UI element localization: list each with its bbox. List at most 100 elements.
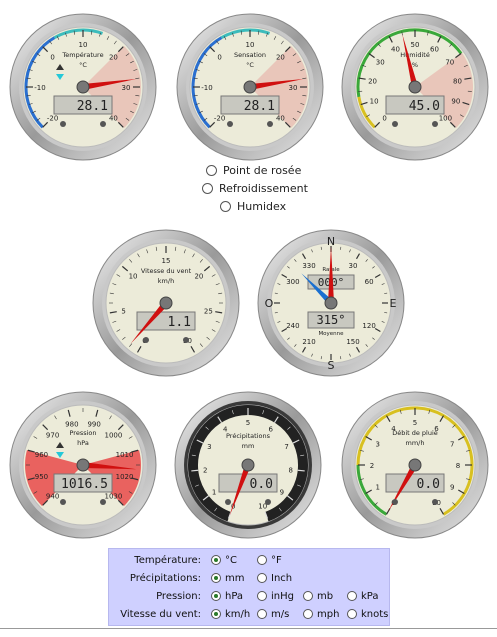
- radio-humidex[interactable]: Humidex: [220, 200, 286, 213]
- precipitation-gauge: 012345678910Précipitationsmm0.0: [173, 390, 323, 540]
- gauge-unit: mm/h: [406, 439, 425, 447]
- screw-icon: [227, 121, 233, 127]
- tick-label: 960: [35, 451, 48, 459]
- radio-circle[interactable]: [206, 165, 217, 176]
- needle-hub: [409, 459, 421, 471]
- tick-label: 120: [362, 322, 375, 330]
- radio-label: Humidex: [237, 200, 286, 213]
- screw-icon: [100, 499, 106, 505]
- unit-option-celsius[interactable]: °C: [211, 555, 253, 566]
- cardinal-label: E: [390, 297, 397, 310]
- cardinal-label: O: [265, 297, 274, 310]
- needle-hub: [77, 459, 89, 471]
- unit-option-label: mb: [317, 591, 333, 602]
- unit-option-mm[interactable]: mm: [211, 573, 253, 584]
- tick-label: 20: [194, 272, 203, 280]
- radio-label: Point de rosée: [223, 164, 301, 177]
- unit-option-mb[interactable]: mb: [303, 591, 343, 602]
- unit-option-knots[interactable]: knots: [347, 609, 388, 620]
- tick-label: 990: [87, 420, 100, 428]
- unit-option-ms[interactable]: m/s: [257, 609, 299, 620]
- radio-circle[interactable]: [257, 609, 267, 619]
- tick-label: 10: [246, 41, 255, 49]
- tick-label: 100: [439, 114, 452, 122]
- radio-dew-point[interactable]: Point de rosée: [206, 164, 301, 177]
- rain-rate-gauge: 012345678910Débit de pluiemm/h0.0: [340, 390, 490, 540]
- gauge-unit: %: [412, 61, 418, 69]
- tick-label: 50: [411, 41, 420, 49]
- tick-label: 1: [212, 488, 216, 496]
- tick-label: 30: [376, 59, 385, 67]
- radio-circle[interactable]: [211, 573, 221, 583]
- radio-circle[interactable]: [347, 591, 357, 601]
- tick-label: 980: [65, 420, 78, 428]
- needle-hub: [160, 297, 172, 309]
- radio-circle[interactable]: [211, 555, 221, 565]
- tick-label: 150: [346, 338, 359, 346]
- screw-icon: [265, 499, 271, 505]
- tick-label: 0: [50, 54, 54, 62]
- tick-label: 60: [430, 46, 439, 54]
- unit-option-inch[interactable]: Inch: [257, 573, 292, 584]
- radio-circle[interactable]: [257, 555, 267, 565]
- screw-icon: [143, 337, 149, 343]
- units-row-pressure: Pression: hPa inHg mb kPa: [109, 587, 389, 605]
- radio-circle[interactable]: [257, 573, 267, 583]
- unit-option-label: hPa: [225, 591, 243, 602]
- tick-label: 7: [284, 443, 288, 451]
- radio-circle[interactable]: [211, 591, 221, 601]
- radio-circle[interactable]: [303, 609, 313, 619]
- tick-label: 80: [453, 77, 462, 85]
- tick-label: 9: [280, 488, 284, 496]
- radio-circle[interactable]: [303, 591, 313, 601]
- unit-option-inhg[interactable]: inHg: [257, 591, 299, 602]
- radio-wind-chill[interactable]: Refroidissement: [202, 182, 308, 195]
- radio-circle[interactable]: [211, 609, 221, 619]
- unit-option-hpa[interactable]: hPa: [211, 591, 253, 602]
- tick-label: 30: [289, 84, 298, 92]
- radio-circle[interactable]: [202, 183, 213, 194]
- tick-label: 40: [276, 114, 285, 122]
- tick-label: 240: [286, 322, 299, 330]
- gauge-svg: 012345678910Précipitationsmm0.0: [173, 390, 323, 540]
- tick-label: 40: [391, 46, 400, 54]
- gauge-svg: -20-10010203040Sensation°C28.1: [175, 12, 325, 162]
- tick-label: 40: [109, 114, 118, 122]
- gauge-title: Précipitations: [226, 432, 271, 440]
- unit-option-kpa[interactable]: kPa: [347, 591, 379, 602]
- radio-circle[interactable]: [257, 591, 267, 601]
- radio-circle[interactable]: [347, 609, 357, 619]
- units-row-temperature: Température: °C °F: [109, 551, 389, 569]
- lcd-value: 1.1: [168, 315, 191, 330]
- unit-option-label: °C: [225, 555, 237, 566]
- average-label: Moyenne: [318, 331, 344, 337]
- units-label: Précipitations:: [109, 573, 207, 584]
- needle-hub: [409, 81, 421, 93]
- tick-label: 10: [79, 41, 88, 49]
- tick-label: 5: [121, 307, 125, 315]
- gauge-svg: 9409509609709809901000101010201030Pressi…: [8, 390, 158, 540]
- gauge-unit: km/h: [158, 277, 174, 285]
- screw-icon: [100, 121, 106, 127]
- tick-label: 20: [109, 54, 118, 62]
- tick-mark: [191, 470, 198, 471]
- screw-icon: [432, 121, 438, 127]
- tick-label: 3: [376, 441, 380, 449]
- tick-label: -10: [201, 84, 212, 92]
- tick-label: 25: [204, 307, 213, 315]
- tick-label: 1: [376, 484, 380, 492]
- lcd-value: 0.0: [250, 477, 273, 492]
- wind-speed-gauge: 051015202530Vitesse du ventkm/h1.1: [91, 228, 241, 378]
- unit-option-fahrenheit[interactable]: °F: [257, 555, 282, 566]
- temperature-gauge: -20-10010203040Température°C28.1: [8, 12, 158, 162]
- lcd-value: 45.0: [409, 99, 440, 114]
- lcd-value: 28.1: [77, 99, 108, 114]
- unit-option-kmh[interactable]: km/h: [211, 609, 253, 620]
- radio-circle[interactable]: [220, 201, 231, 212]
- tick-label: 20: [368, 77, 377, 85]
- units-row-precipitation: Précipitations: mm Inch: [109, 569, 389, 587]
- screw-icon: [392, 121, 398, 127]
- unit-option-mph[interactable]: mph: [303, 609, 343, 620]
- tick-label: 10: [370, 97, 379, 105]
- tick-label: 30: [122, 84, 131, 92]
